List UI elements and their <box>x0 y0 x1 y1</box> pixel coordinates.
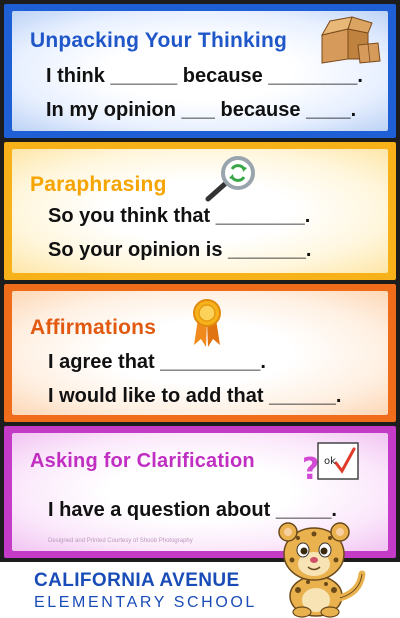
panel-unpacking: Unpacking Your Thinking I think ______ b… <box>4 4 396 138</box>
sentence-frame: I think ______ because ________. <box>46 65 363 87</box>
sentence-frame: I agree that _________. <box>48 351 266 373</box>
sentence-frame: I have a question about _____. <box>48 499 337 521</box>
panel-paraphrasing-inner: Paraphrasing So you think that ________.… <box>12 149 388 273</box>
magnifier-recycle-icon <box>205 156 255 202</box>
poster: Unpacking Your Thinking I think ______ b… <box>0 0 400 618</box>
school-name: CALIFORNIA AVENUE <box>34 570 240 591</box>
school-subtitle: ELEMENTARY SCHOOL <box>34 594 257 611</box>
panel-affirmations-inner: Affirmations I agree that _________. I w… <box>12 291 388 415</box>
sentence-frame: I would like to add that ______. <box>48 385 342 407</box>
panel-paraphrasing: Paraphrasing So you think that ________.… <box>4 142 396 280</box>
sentence-frame: So you think that ________. <box>48 205 311 227</box>
panel-title: Asking for Clarification <box>30 450 255 472</box>
panel-title: Paraphrasing <box>30 173 167 196</box>
award-ribbon-icon <box>193 299 221 347</box>
panel-affirmations: Affirmations I agree that _________. I w… <box>4 284 396 422</box>
svg-text:?: ? <box>302 452 319 485</box>
credit-text: Designed and Printed Courtesy of Shoob P… <box>48 538 193 544</box>
panel-unpacking-inner: Unpacking Your Thinking I think ______ b… <box>12 11 388 131</box>
sentence-frame: In my opinion ___ because ____. <box>46 99 357 121</box>
panel-title: Unpacking Your Thinking <box>30 29 287 52</box>
panel-title: Affirmations <box>30 316 157 339</box>
checkbox-ok-label: ok <box>324 456 336 467</box>
jaguar-mascot-icon <box>278 522 366 618</box>
open-box-icon <box>320 16 381 64</box>
sentence-frame: So your opinion is _______. <box>48 239 312 261</box>
